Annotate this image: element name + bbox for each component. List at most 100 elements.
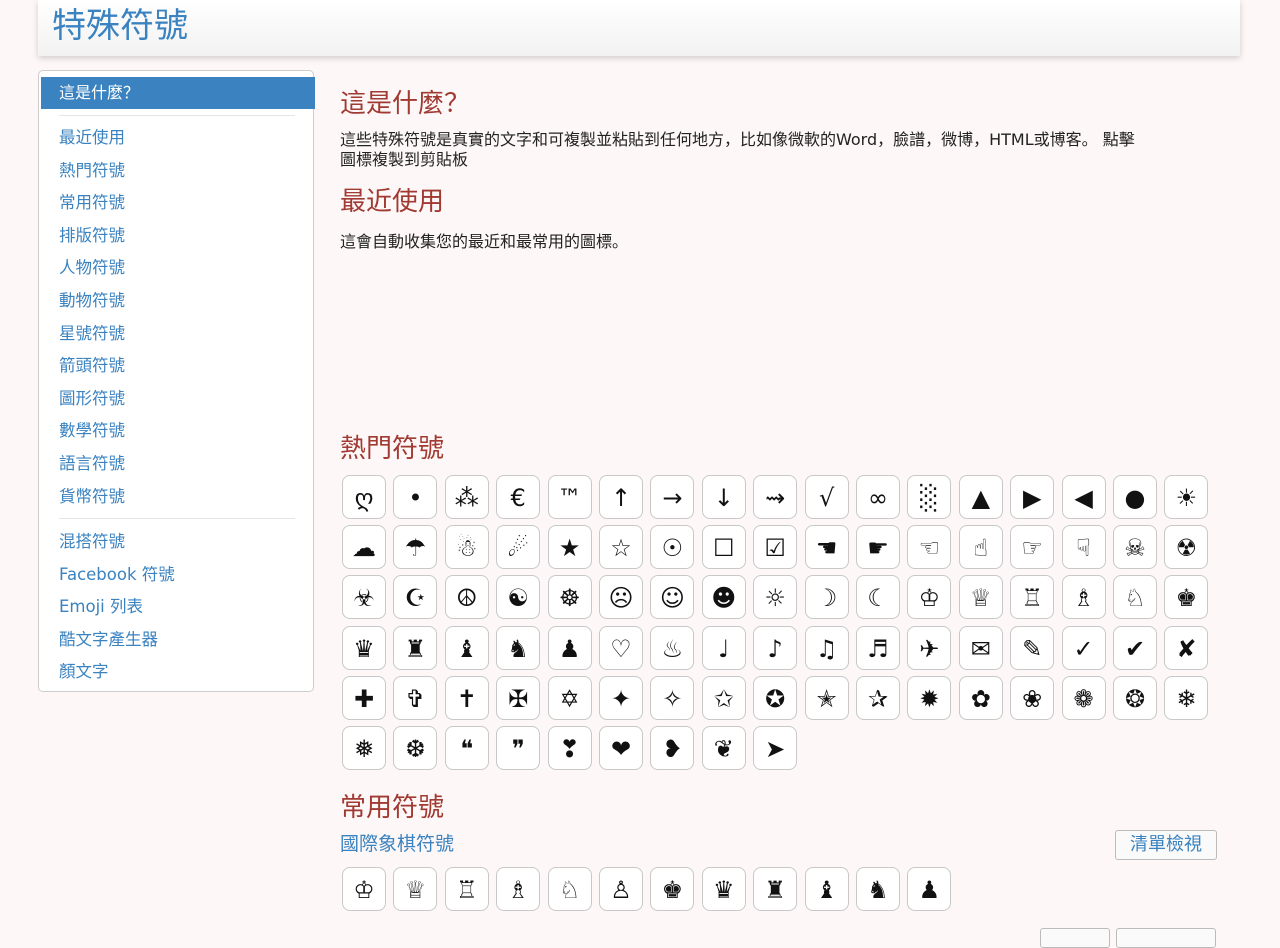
symbol-button[interactable]: ✭ xyxy=(804,675,849,720)
symbol-button[interactable]: ☺ xyxy=(650,575,695,620)
symbol-button[interactable]: ☄ xyxy=(496,525,541,570)
symbol-button[interactable]: ♖ xyxy=(1010,575,1055,620)
symbol-button[interactable]: ♝ xyxy=(804,867,849,911)
symbol-button[interactable]: ღ xyxy=(342,475,386,519)
symbol-button[interactable]: ♟ xyxy=(547,625,592,670)
symbol-button[interactable]: ☼ xyxy=(753,575,798,620)
sidebar-item[interactable]: 貨幣符號 xyxy=(59,485,125,509)
symbol-button[interactable]: ✩ xyxy=(701,675,746,720)
sidebar-item[interactable]: 熱門符號 xyxy=(59,159,125,183)
symbol-button[interactable]: ✉ xyxy=(958,625,1003,670)
symbol-button[interactable]: ♙ xyxy=(599,867,643,911)
symbol-button[interactable]: ░ xyxy=(907,475,952,519)
symbol-button[interactable]: ☃ xyxy=(444,525,489,570)
symbol-button[interactable]: ❦ xyxy=(701,726,746,770)
symbol-button[interactable]: ☆ xyxy=(599,525,643,570)
sidebar-item[interactable]: 酷文字產生器 xyxy=(59,628,158,652)
symbol-button[interactable]: ☛ xyxy=(856,525,900,570)
sidebar-item[interactable]: 最近使用 xyxy=(59,126,125,150)
symbol-button[interactable]: ♜ xyxy=(753,867,798,911)
sidebar-item[interactable]: 動物符號 xyxy=(59,289,125,313)
symbol-button[interactable]: ❅ xyxy=(342,726,386,770)
sidebar-item[interactable]: Emoji 列表 xyxy=(59,595,143,619)
site-title[interactable]: 特殊符號 xyxy=(52,4,188,48)
symbol-button[interactable]: ▶ xyxy=(1010,475,1055,519)
symbol-button[interactable]: ✿ xyxy=(958,675,1003,720)
symbol-button[interactable]: ❁ xyxy=(1061,675,1106,720)
symbol-button[interactable]: ↓ xyxy=(701,475,746,519)
symbol-button[interactable]: ✓ xyxy=(1061,625,1106,670)
symbol-button[interactable]: ✔ xyxy=(1113,625,1157,670)
symbol-button[interactable]: ♘ xyxy=(1113,575,1157,620)
list-view-button[interactable]: 清單檢視 xyxy=(1115,830,1217,860)
symbol-button[interactable]: ☢ xyxy=(1164,525,1209,570)
symbol-button[interactable]: ◀ xyxy=(1061,475,1106,519)
symbol-button[interactable]: ♕ xyxy=(958,575,1003,620)
symbol-button[interactable]: ☀ xyxy=(1164,475,1209,519)
sidebar-item[interactable]: 常用符號 xyxy=(59,191,125,215)
symbol-button[interactable]: ♡ xyxy=(599,625,643,670)
symbol-button[interactable]: ✦ xyxy=(599,675,643,720)
symbol-button[interactable]: ✈ xyxy=(907,625,952,670)
symbol-button[interactable]: ✪ xyxy=(753,675,798,720)
chess-symbols-link[interactable]: 國際象棋符號 xyxy=(340,832,454,856)
symbol-button[interactable]: ♨ xyxy=(650,625,695,670)
symbol-button[interactable]: • xyxy=(393,475,438,519)
symbol-button[interactable]: ☂ xyxy=(393,525,438,570)
symbol-button[interactable]: ♫ xyxy=(804,625,849,670)
sidebar-item[interactable]: Facebook 符號 xyxy=(59,563,175,587)
sidebar-item[interactable]: 星號符號 xyxy=(59,322,125,346)
symbol-button[interactable]: ♬ xyxy=(856,625,900,670)
symbol-button[interactable]: ♜ xyxy=(393,625,438,670)
symbol-button[interactable]: ★ xyxy=(547,525,592,570)
symbol-button[interactable]: ♗ xyxy=(1061,575,1106,620)
symbol-button[interactable]: ❣ xyxy=(547,726,592,770)
symbol-button[interactable]: ♪ xyxy=(753,625,798,670)
symbol-button[interactable]: ♚ xyxy=(1164,575,1209,620)
symbol-button[interactable]: ☑ xyxy=(753,525,798,570)
symbol-button[interactable]: ☹ xyxy=(599,575,643,620)
sidebar-item[interactable]: 數學符號 xyxy=(59,419,125,443)
sidebar-item-active[interactable]: 這是什麼？ xyxy=(41,77,315,109)
symbol-button[interactable]: ☞ xyxy=(1010,525,1055,570)
symbol-button[interactable]: ✹ xyxy=(907,675,952,720)
sidebar-item[interactable]: 圖形符號 xyxy=(59,387,125,411)
symbol-button[interactable]: ☁ xyxy=(342,525,386,570)
symbol-button[interactable]: ♞ xyxy=(856,867,900,911)
symbol-button[interactable]: ⇝ xyxy=(753,475,798,519)
symbol-button[interactable]: ♞ xyxy=(496,625,541,670)
symbol-button[interactable]: ♖ xyxy=(444,867,489,911)
symbol-button[interactable]: ♔ xyxy=(342,867,386,911)
symbol-button[interactable]: ✰ xyxy=(856,675,900,720)
symbol-button[interactable]: ♟ xyxy=(907,867,952,911)
symbol-button[interactable]: ☾ xyxy=(856,575,900,620)
symbol-button[interactable]: ♛ xyxy=(342,625,386,670)
sidebar-item[interactable]: 語言符號 xyxy=(59,452,125,476)
symbol-button[interactable]: ✞ xyxy=(393,675,438,720)
symbol-button[interactable]: ♛ xyxy=(701,867,746,911)
symbol-button[interactable]: ☚ xyxy=(804,525,849,570)
symbol-button[interactable]: ✠ xyxy=(496,675,541,720)
symbol-button[interactable]: ✡ xyxy=(547,675,592,720)
symbol-button[interactable]: ♚ xyxy=(650,867,695,911)
symbol-button[interactable]: ♕ xyxy=(393,867,438,911)
symbol-button[interactable]: ♗ xyxy=(496,867,541,911)
symbol-button[interactable]: ❥ xyxy=(650,726,695,770)
symbol-button[interactable]: ☮ xyxy=(444,575,489,620)
symbol-button[interactable]: ∞ xyxy=(856,475,900,519)
bottom-button[interactable] xyxy=(1116,928,1216,948)
symbol-button[interactable]: ❝ xyxy=(444,726,489,770)
symbol-button[interactable]: ❄ xyxy=(1164,675,1209,720)
symbol-button[interactable]: → xyxy=(650,475,695,519)
symbol-button[interactable]: ❆ xyxy=(393,726,438,770)
symbol-button[interactable]: ♩ xyxy=(701,625,746,670)
sidebar-item[interactable]: 排版符號 xyxy=(59,224,125,248)
symbol-button[interactable]: √ xyxy=(804,475,849,519)
sidebar-item[interactable]: 顏文字 xyxy=(59,660,109,684)
symbol-button[interactable]: ☪ xyxy=(393,575,438,620)
symbol-button[interactable]: ♔ xyxy=(907,575,952,620)
symbol-button[interactable]: ♘ xyxy=(547,867,592,911)
symbol-button[interactable]: ☟ xyxy=(1061,525,1106,570)
symbol-button[interactable]: ✧ xyxy=(650,675,695,720)
symbol-button[interactable]: ❂ xyxy=(1113,675,1157,720)
